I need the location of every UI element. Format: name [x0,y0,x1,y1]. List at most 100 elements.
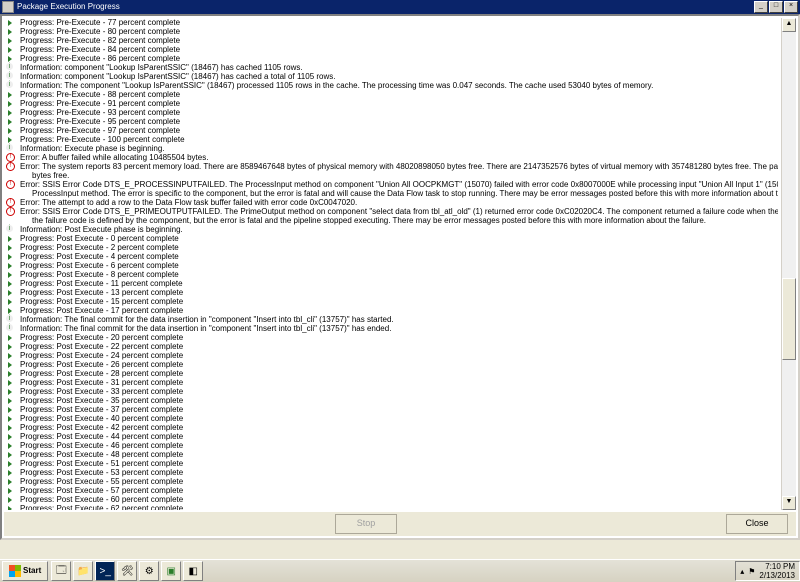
log-text: Progress: Post Execute - 44 percent comp… [20,432,183,441]
taskbar-item-bids[interactable]: ◧ [183,561,203,581]
log-text: Information: Execute phase is beginning. [20,144,165,153]
start-label: Start [23,563,41,579]
log-line: !Error: SSIS Error Code DTS_E_PROCESSINP… [4,180,778,189]
log-text: Progress: Post Execute - 48 percent comp… [20,450,183,459]
start-button[interactable]: Start [2,561,48,581]
log-text: Progress: Pre-Execute - 82 percent compl… [20,36,180,45]
log-text: Progress: Post Execute - 13 percent comp… [20,288,183,297]
window-title: Package Execution Progress [17,0,120,14]
log-text: Progress: Pre-Execute - 80 percent compl… [20,27,180,36]
scroll-thumb[interactable] [782,278,796,360]
log-text: Error: The system reports 83 percent mem… [20,162,778,171]
tray-date: 2/13/2013 [759,571,795,580]
log-text: Progress: Post Execute - 51 percent comp… [20,459,183,468]
log-text: Progress: Post Execute - 31 percent comp… [20,378,183,387]
log-text: Progress: Post Execute - 46 percent comp… [20,441,183,450]
log-text: Progress: Post Execute - 33 percent comp… [20,387,183,396]
log-text: Error: A buffer failed while allocating … [20,153,208,162]
taskbar-item-server-manager[interactable]: 🛠 [117,561,137,581]
taskbar-item-services[interactable]: ⚙ [139,561,159,581]
log-line: Progress: Post Execute - 20 percent comp… [4,333,778,342]
windows-logo-icon [9,565,21,577]
log-text: Progress: Post Execute - 0 percent compl… [20,234,179,243]
log-text: Information: component "Lookup IsParentS… [20,63,303,72]
stop-button: Stop [335,514,397,534]
tray-flag-icon[interactable]: ⚑ [748,567,755,576]
log-line: Progress: Pre-Execute - 82 percent compl… [4,36,778,45]
log-line: Progress: Post Execute - 28 percent comp… [4,369,778,378]
log-line: Progress: Pre-Execute - 91 percent compl… [4,99,778,108]
log-text: Progress: Pre-Execute - 100 percent comp… [20,135,185,144]
log-text: Progress: Post Execute - 22 percent comp… [20,342,183,351]
log-line: Progress: Post Execute - 62 percent comp… [4,504,778,510]
log-line: iInformation: The component "Lookup IsPa… [4,81,778,90]
minimize-button[interactable]: _ [754,1,768,13]
log-text: Progress: Pre-Execute - 91 percent compl… [20,99,180,108]
titlebar[interactable]: Package Execution Progress _ □ × [0,0,800,14]
log-line: Progress: Post Execute - 53 percent comp… [4,468,778,477]
tray-up-icon[interactable]: ▴ [740,567,744,576]
log-line: the failure code is defined by the compo… [4,216,778,225]
log-text: Progress: Pre-Execute - 86 percent compl… [20,54,180,63]
log-text: Progress: Post Execute - 11 percent comp… [20,279,183,288]
log-text: Progress: Post Execute - 26 percent comp… [20,360,183,369]
taskbar-item-powershell[interactable]: >_ [95,561,115,581]
taskbar[interactable]: Start 🗔 📁 >_ 🛠 ⚙ ▣ ◧ ▴ ⚑ 7:10 PM 2/13/20… [0,559,800,582]
log-line: !Error: The attempt to add a row to the … [4,198,778,207]
log-text: Progress: Post Execute - 37 percent comp… [20,405,183,414]
close-button[interactable]: Close [726,514,788,534]
log-line: Progress: Post Execute - 4 percent compl… [4,252,778,261]
log-text: Error: The attempt to add a row to the D… [20,198,357,207]
content-area: Progress: Pre-Execute - 77 percent compl… [0,14,800,540]
dialog-button-bar: Stop Close [4,512,796,536]
log-line: Progress: Pre-Execute - 95 percent compl… [4,117,778,126]
log-line: iInformation: The final commit for the d… [4,315,778,324]
log-line: bytes free. [4,171,778,180]
log-text: Progress: Post Execute - 4 percent compl… [20,252,179,261]
log-text: Error: SSIS Error Code DTS_E_PROCESSINPU… [20,180,778,189]
log-text: Progress: Post Execute - 2 percent compl… [20,243,179,252]
log-line: Progress: Post Execute - 17 percent comp… [4,306,778,315]
log-line: Progress: Post Execute - 26 percent comp… [4,360,778,369]
log-text: Progress: Post Execute - 15 percent comp… [20,297,183,306]
log-line: !Error: The system reports 83 percent me… [4,162,778,171]
system-tray[interactable]: ▴ ⚑ 7:10 PM 2/13/2013 [735,561,800,581]
log-text: Progress: Post Execute - 24 percent comp… [20,351,183,360]
maximize-button[interactable]: □ [769,1,783,13]
log-text: Progress: Post Execute - 62 percent comp… [20,504,183,510]
log-line: Progress: Post Execute - 46 percent comp… [4,441,778,450]
log-line: Progress: Post Execute - 24 percent comp… [4,351,778,360]
log-line: Progress: Post Execute - 48 percent comp… [4,450,778,459]
taskbar-item-ssms[interactable]: ▣ [161,561,181,581]
taskbar-item-desktop[interactable]: 🗔 [51,561,71,581]
log-line: Progress: Post Execute - 2 percent compl… [4,243,778,252]
log-text: Information: The component "Lookup IsPar… [20,81,653,90]
log-text: Information: The final commit for the da… [20,324,391,333]
log-line: Progress: Post Execute - 8 percent compl… [4,270,778,279]
vertical-scrollbar[interactable]: ▲ ▼ [781,18,796,510]
log-line: Progress: Pre-Execute - 100 percent comp… [4,135,778,144]
log-text: Progress: Post Execute - 17 percent comp… [20,306,183,315]
scroll-down-button[interactable]: ▼ [782,496,796,510]
scroll-up-button[interactable]: ▲ [782,18,796,32]
log-line: Progress: Pre-Execute - 77 percent compl… [4,18,778,27]
taskbar-item-explorer[interactable]: 📁 [73,561,93,581]
log-text: Progress: Pre-Execute - 84 percent compl… [20,45,180,54]
log-line: Progress: Post Execute - 44 percent comp… [4,432,778,441]
log-line: Progress: Pre-Execute - 80 percent compl… [4,27,778,36]
log-line: Progress: Post Execute - 37 percent comp… [4,405,778,414]
log-text: Progress: Post Execute - 55 percent comp… [20,477,183,486]
close-window-button[interactable]: × [784,1,798,13]
log-text: Progress: Pre-Execute - 77 percent compl… [20,18,180,27]
log-line: iInformation: component "Lookup IsParent… [4,72,778,81]
log-line: Progress: Pre-Execute - 97 percent compl… [4,126,778,135]
log-text: Progress: Post Execute - 53 percent comp… [20,468,183,477]
log-line: iInformation: component "Lookup IsParent… [4,63,778,72]
log-text: Progress: Post Execute - 35 percent comp… [20,396,183,405]
log-text: Information: Post Execute phase is begin… [20,225,183,234]
log-line: Progress: Post Execute - 33 percent comp… [4,387,778,396]
log-line: Progress: Post Execute - 15 percent comp… [4,297,778,306]
log-text: Progress: Pre-Execute - 95 percent compl… [20,117,180,126]
log-line: Progress: Post Execute - 6 percent compl… [4,261,778,270]
log-text: Progress: Post Execute - 28 percent comp… [20,369,183,378]
